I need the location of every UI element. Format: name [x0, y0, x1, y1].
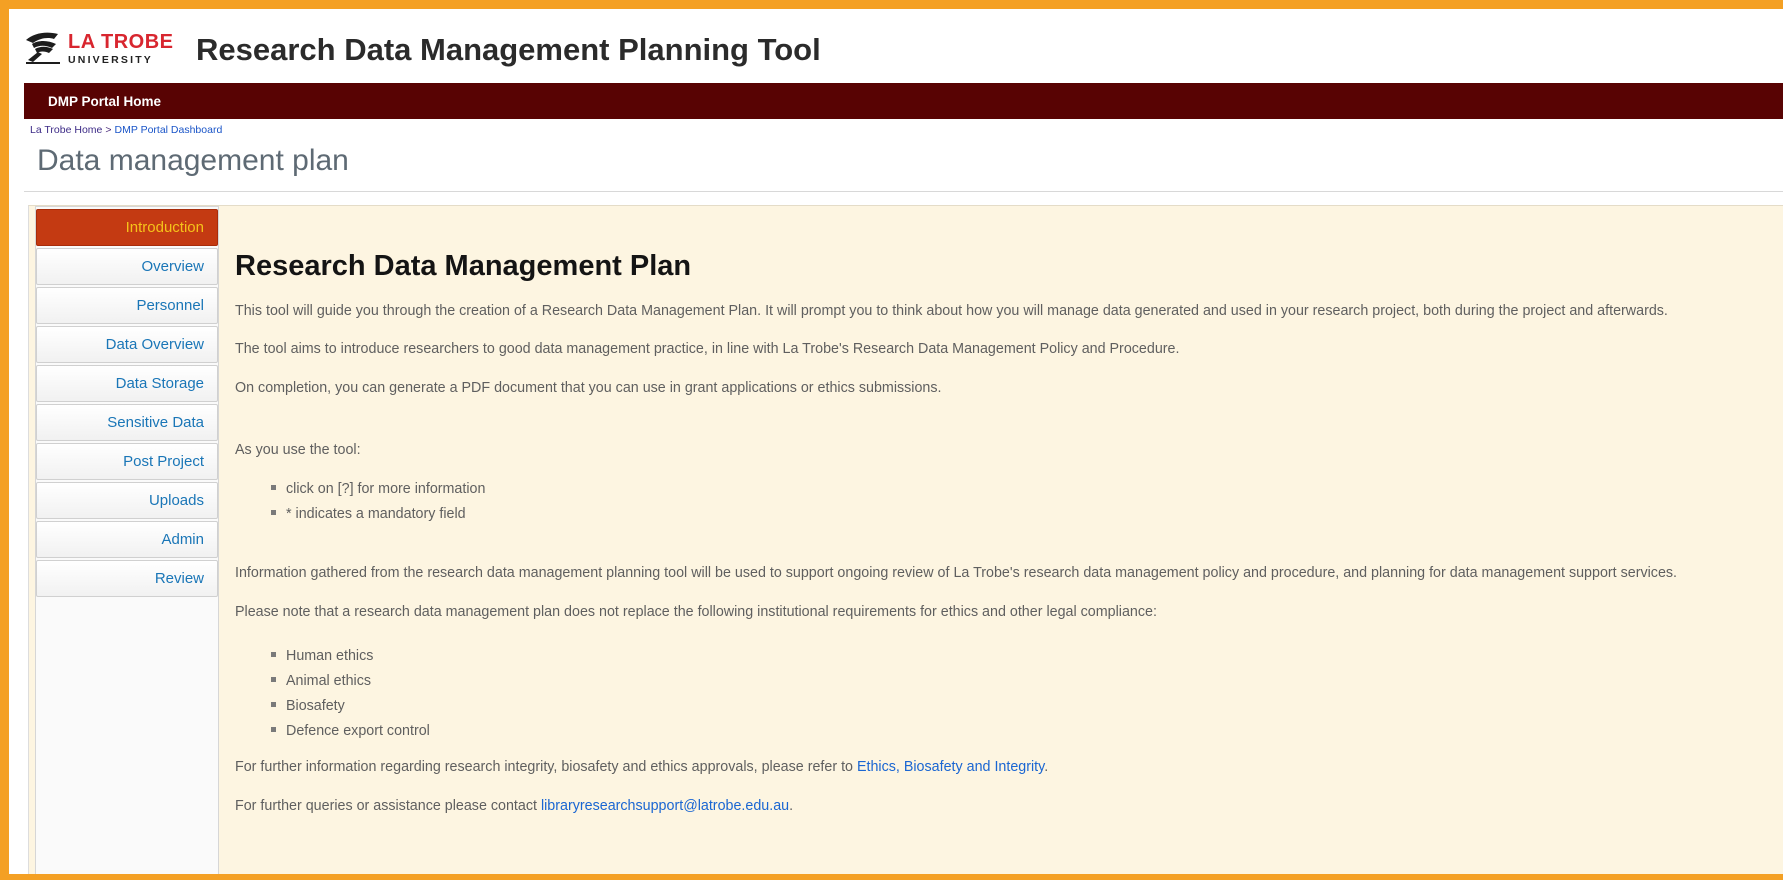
intro-paragraph-3: On completion, you can generate a PDF do…: [235, 380, 942, 396]
content-area: Introduction Overview Personnel Data Ove…: [28, 205, 1783, 874]
sidebar-item-admin[interactable]: Admin: [36, 521, 218, 558]
list-item: click on [?] for more information: [271, 479, 485, 504]
list-item: * indicates a mandatory field: [271, 504, 485, 529]
sidebar-item-introduction[interactable]: Introduction: [36, 209, 218, 246]
contact-text: For further queries or assistance please…: [235, 798, 541, 814]
content-heading: Research Data Management Plan: [235, 250, 692, 282]
site-header: LA TROBE UNIVERSITY Research Data Manage…: [9, 9, 1783, 83]
list-item: Defence export control: [271, 721, 430, 746]
requirements-list: Human ethics Animal ethics Biosafety Def…: [271, 646, 430, 746]
usage-intro: As you use the tool:: [235, 442, 361, 458]
breadcrumb-latrobe-home[interactable]: La Trobe Home: [30, 124, 102, 136]
intro-paragraph-2: The tool aims to introduce researchers t…: [235, 341, 1180, 357]
breadcrumb-dmp-dashboard[interactable]: DMP Portal Dashboard: [115, 124, 223, 136]
sidebar-item-overview[interactable]: Overview: [36, 248, 218, 285]
further-info-end: .: [1044, 759, 1049, 775]
logo-sub-text: UNIVERSITY: [68, 54, 154, 66]
list-item: Biosafety: [271, 696, 430, 721]
browser-frame: LA TROBE UNIVERSITY Research Data Manage…: [0, 0, 1783, 880]
list-item: Human ethics: [271, 646, 430, 671]
contact-end: .: [789, 798, 794, 814]
main-content: Research Data Management Plan This tool …: [233, 206, 1783, 874]
sidebar-item-uploads[interactable]: Uploads: [36, 482, 218, 519]
section-sidebar: Introduction Overview Personnel Data Ove…: [35, 206, 219, 874]
intro-paragraph-1: This tool will guide you through the cre…: [235, 303, 1668, 319]
further-info-paragraph: For further information regarding resear…: [235, 759, 1048, 775]
contact-paragraph: For further queries or assistance please…: [235, 798, 793, 814]
contact-email-link[interactable]: libraryresearchsupport@latrobe.edu.au: [541, 798, 789, 814]
further-info-text: For further information regarding resear…: [235, 759, 857, 775]
title-divider: [24, 191, 1783, 192]
sidebar-item-data-storage[interactable]: Data Storage: [36, 365, 218, 402]
page-title: Data management plan: [37, 144, 349, 177]
top-navbar: DMP Portal Home: [24, 83, 1783, 119]
info-paragraph: Information gathered from the research d…: [235, 565, 1678, 581]
ethics-biosafety-integrity-link[interactable]: Ethics, Biosafety and Integrity: [857, 759, 1044, 775]
dmp-portal-home-link[interactable]: DMP Portal Home: [48, 94, 161, 109]
usage-list: click on [?] for more information * indi…: [271, 479, 485, 529]
logo-main-text: LA TROBE: [68, 31, 174, 53]
sidebar-item-review[interactable]: Review: [36, 560, 218, 597]
list-item: Animal ethics: [271, 671, 430, 696]
pelican-emblem-icon: [26, 32, 60, 64]
breadcrumb: La Trobe Home > DMP Portal Dashboard: [30, 124, 222, 136]
app-title: Research Data Management Planning Tool: [196, 32, 821, 67]
breadcrumb-separator: >: [105, 124, 112, 136]
requirements-intro: Please note that a research data managem…: [235, 604, 1157, 620]
sidebar-item-data-overview[interactable]: Data Overview: [36, 326, 218, 363]
sidebar-item-sensitive-data[interactable]: Sensitive Data: [36, 404, 218, 441]
sidebar-item-personnel[interactable]: Personnel: [36, 287, 218, 324]
sidebar-item-post-project[interactable]: Post Project: [36, 443, 218, 480]
latrobe-logo[interactable]: LA TROBE UNIVERSITY: [24, 30, 173, 70]
